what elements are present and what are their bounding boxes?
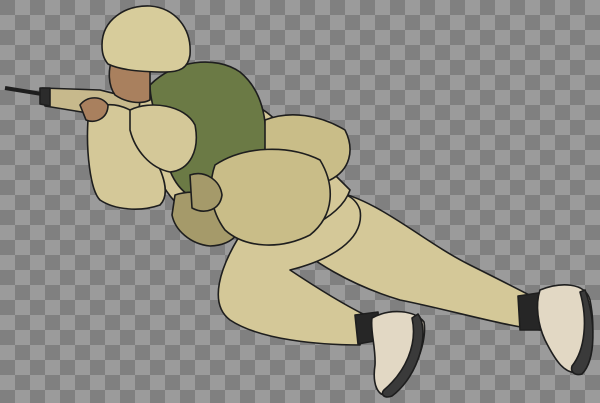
back-boot <box>517 284 594 376</box>
soldier-illustration <box>4 5 594 398</box>
helmet <box>101 5 191 73</box>
front-boot <box>354 310 426 398</box>
transparent-background <box>0 0 600 403</box>
